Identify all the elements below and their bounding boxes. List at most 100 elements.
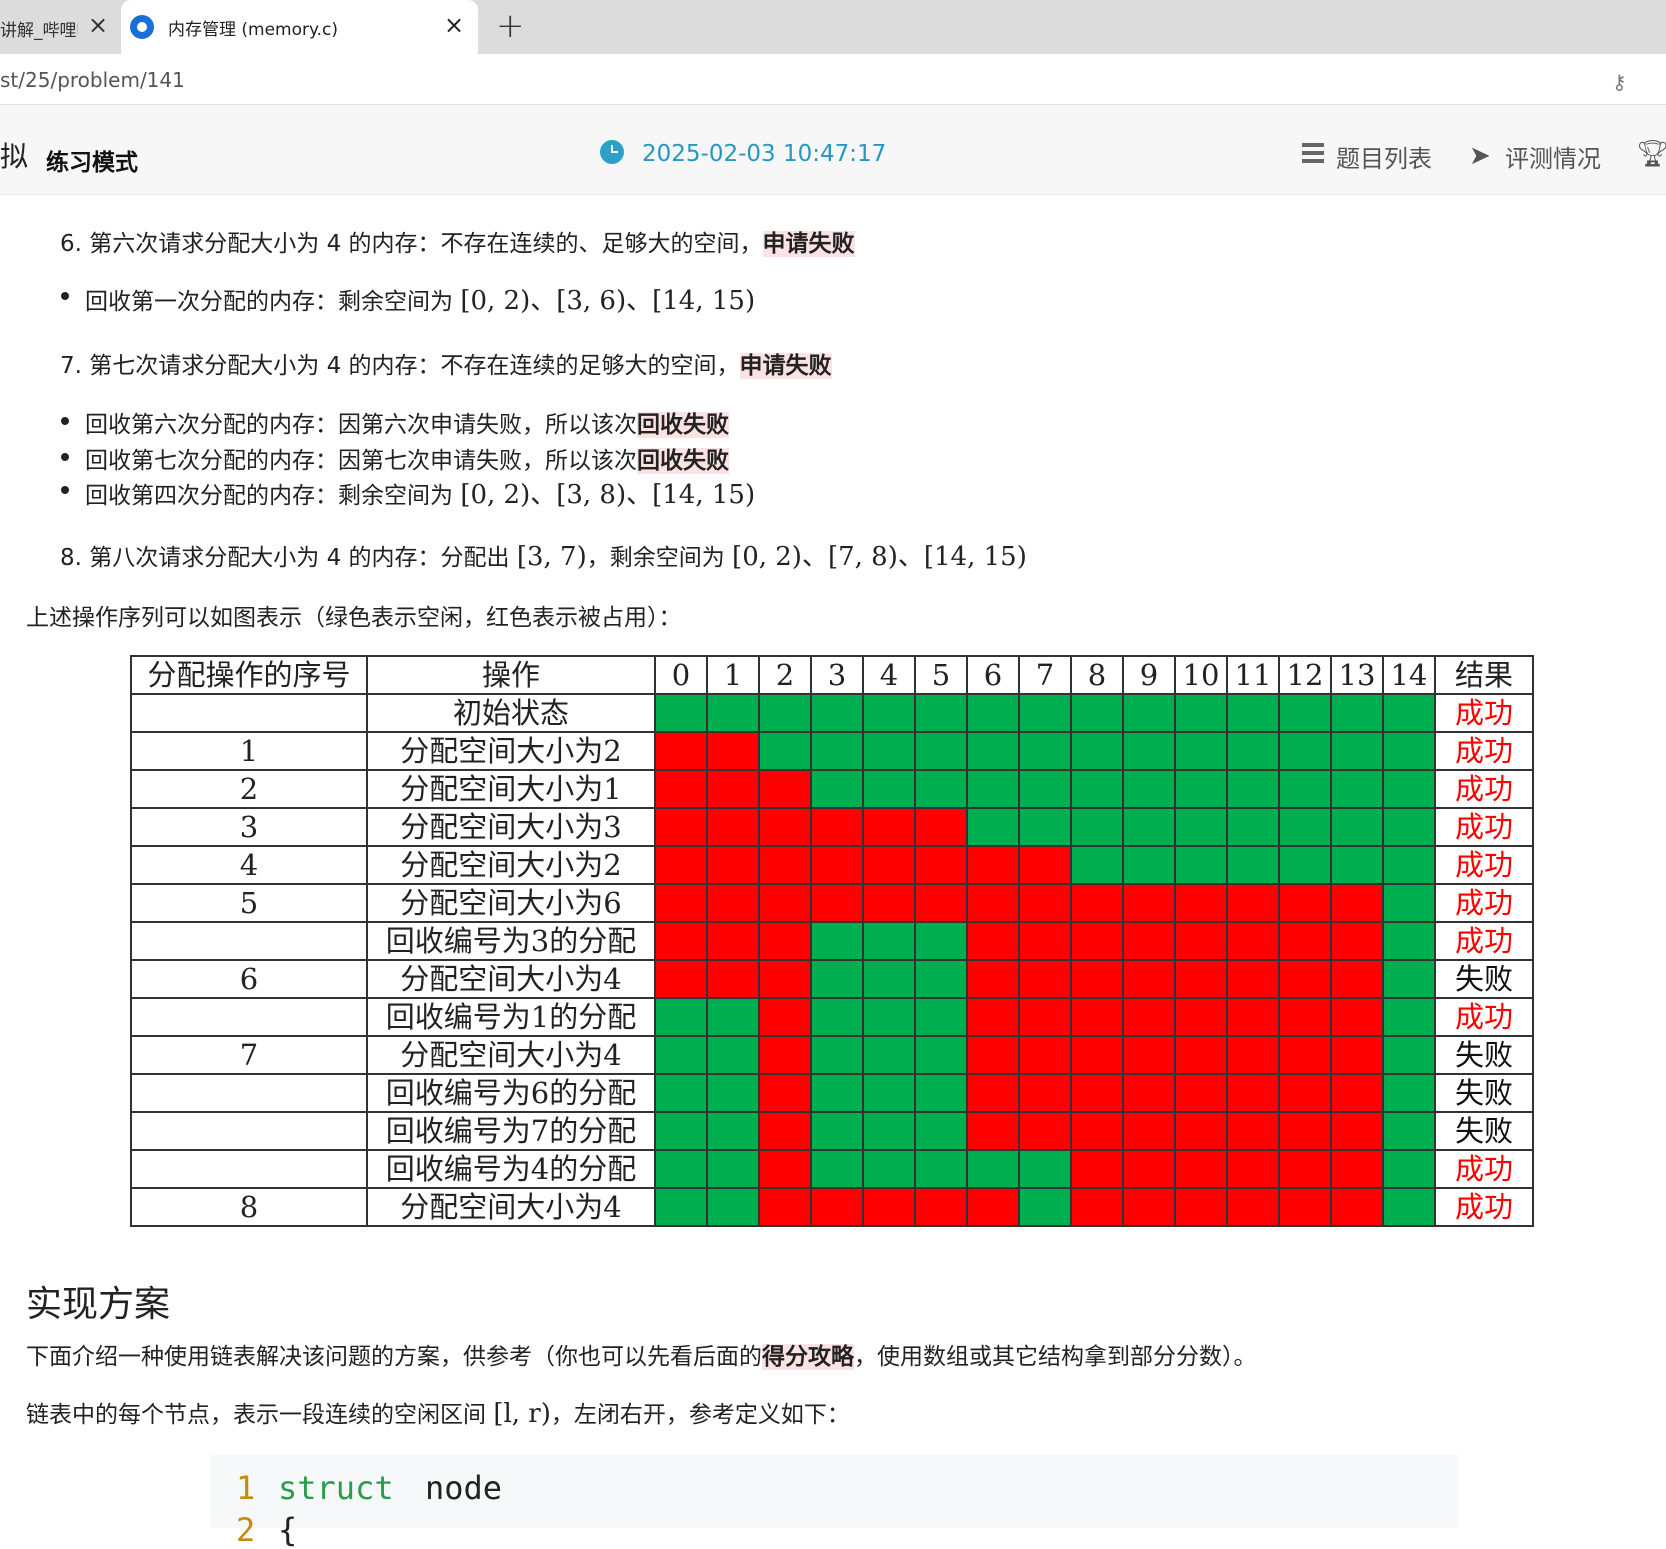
memory-cell-free — [1382, 921, 1436, 961]
memory-cell-free — [706, 997, 760, 1037]
memory-cell-free — [1070, 731, 1124, 771]
trophy-icon[interactable]: 🏆︎ — [1636, 139, 1666, 169]
memory-cell-used — [966, 959, 1020, 999]
nav-problem-list[interactable]: 题目列表 — [1336, 139, 1432, 174]
site-favicon-icon — [130, 15, 154, 39]
result-cell: 成功 — [1434, 1149, 1534, 1189]
memory-cell-used — [1278, 997, 1332, 1037]
fail-label: 回收失败 — [637, 448, 729, 474]
address-bar[interactable]: st/25/problem/141 ⚷ — [0, 56, 1666, 105]
url-text[interactable]: st/25/problem/141 — [0, 68, 185, 92]
memory-cell-free — [1018, 1149, 1072, 1189]
memory-cell-used — [1174, 997, 1228, 1037]
current-time: 2025-02-03 10:47:17 — [642, 141, 887, 167]
memory-cell-free — [706, 693, 760, 733]
memory-cell-free — [1382, 769, 1436, 809]
memory-cell-used — [1070, 1073, 1124, 1113]
result-cell: 成功 — [1434, 807, 1534, 847]
memory-cell-used — [1330, 1111, 1384, 1151]
memory-cell-free — [706, 1149, 760, 1189]
seq-cell — [130, 693, 368, 733]
table-row: 3 分配空间大小为3 成功 — [130, 807, 1534, 847]
memory-cell-used — [654, 845, 708, 885]
key-icon[interactable]: ⚷ — [1612, 70, 1627, 94]
memory-cell-free — [1122, 807, 1176, 847]
memory-cell-free — [914, 1073, 968, 1113]
close-tab-icon[interactable]: × — [444, 11, 464, 39]
table-row: 5 分配空间大小为6 成功 — [130, 883, 1534, 923]
memory-cell-free — [1018, 769, 1072, 809]
bullet-text: 回收第六次分配的内存：因第六次申请失败，所以该次 — [85, 412, 637, 438]
list-icon — [1302, 143, 1324, 163]
memory-cell-used — [758, 883, 812, 923]
memory-cell-free — [862, 1035, 916, 1075]
browser-tab-bar: 讲解_哔哩哔 × 内存管理 (memory.c) × + — [0, 0, 1666, 54]
tab-bilibili[interactable]: 讲解_哔哩哔 × — [0, 0, 118, 54]
seq-cell: 3 — [130, 807, 368, 847]
fail-label: 回收失败 — [637, 412, 729, 438]
memory-cell-free — [1070, 769, 1124, 809]
step-text: ，剩余空间为 — [586, 545, 733, 571]
memory-cell-free — [1330, 731, 1384, 771]
close-tab-icon[interactable]: × — [88, 11, 108, 39]
memory-cell-free — [810, 997, 864, 1037]
nav-judge-status[interactable]: 评测情况 — [1505, 139, 1601, 174]
result-cell: 成功 — [1434, 845, 1534, 885]
table-header-cell: 2 — [758, 655, 812, 695]
table-header-cell: 12 — [1278, 655, 1332, 695]
memory-cell-free — [862, 1073, 916, 1113]
memory-cell-used — [1122, 1149, 1176, 1189]
memory-cell-used — [1018, 1111, 1072, 1151]
memory-cell-free — [1330, 807, 1384, 847]
memory-cell-free — [1122, 845, 1176, 885]
math-intervals: [0, 2)、[3, 8)、[14, 15) — [460, 480, 756, 510]
memory-cell-used — [1070, 1035, 1124, 1075]
result-cell: 成功 — [1434, 1187, 1534, 1227]
memory-cell-used — [758, 1073, 812, 1113]
bullet-text: 回收第七次分配的内存：因第七次申请失败，所以该次 — [85, 448, 637, 474]
memory-cell-used — [1226, 1149, 1280, 1189]
memory-cell-free — [1278, 693, 1332, 733]
memory-cell-used — [706, 921, 760, 961]
memory-cell-free — [914, 959, 968, 999]
memory-cell-used — [706, 769, 760, 809]
memory-cell-used — [1330, 959, 1384, 999]
memory-cell-free — [1174, 807, 1228, 847]
memory-cell-used — [1226, 921, 1280, 961]
memory-cell-free — [1018, 1187, 1072, 1227]
memory-cell-free — [1278, 731, 1332, 771]
paragraph-intro: 下面介绍一种使用链表解决该问题的方案，供参考（你也可以先看后面的得分攻略，使用数… — [26, 1337, 1257, 1371]
memory-cell-used — [1226, 883, 1280, 923]
step-text: 7. 第七次请求分配大小为 4 的内存：不存在连续的足够大的空间， — [60, 353, 740, 379]
clock-icon — [600, 140, 624, 164]
step-8: 8. 第八次请求分配大小为 4 的内存：分配出 [3, 7)，剩余空间为 [0,… — [60, 536, 1027, 573]
scoring-guide-link[interactable]: 得分攻略 — [762, 1344, 854, 1370]
memory-cell-used — [1330, 1035, 1384, 1075]
memory-cell-used — [654, 959, 708, 999]
table-header-cell: 5 — [914, 655, 968, 695]
memory-cell-used — [706, 883, 760, 923]
memory-cell-free — [862, 997, 916, 1037]
memory-cell-used — [654, 769, 708, 809]
memory-cell-used — [1018, 883, 1072, 923]
table-row: 回收编号为3的分配 成功 — [130, 921, 1534, 961]
new-tab-icon[interactable]: + — [496, 6, 525, 46]
memory-cell-free — [654, 1073, 708, 1113]
tab-memory[interactable]: 内存管理 (memory.c) × — [121, 0, 478, 54]
memory-cell-used — [1278, 959, 1332, 999]
seq-cell — [130, 1073, 368, 1113]
math-intervals: [0, 2)、[3, 6)、[14, 15) — [460, 286, 756, 316]
fail-label: 申请失败 — [762, 231, 855, 257]
table-header-cell: 6 — [966, 655, 1020, 695]
memory-cell-used — [810, 883, 864, 923]
memory-cell-free — [862, 769, 916, 809]
memory-cell-free — [1226, 807, 1280, 847]
operation-cell: 分配空间大小为3 — [366, 807, 656, 847]
memory-cell-used — [1122, 959, 1176, 999]
memory-cell-free — [654, 1187, 708, 1227]
math-interval: [l, r) — [493, 1399, 551, 1429]
memory-cell-used — [966, 1035, 1020, 1075]
memory-cell-free — [1018, 807, 1072, 847]
memory-cell-used — [914, 1187, 968, 1227]
memory-cell-free — [1330, 693, 1384, 733]
